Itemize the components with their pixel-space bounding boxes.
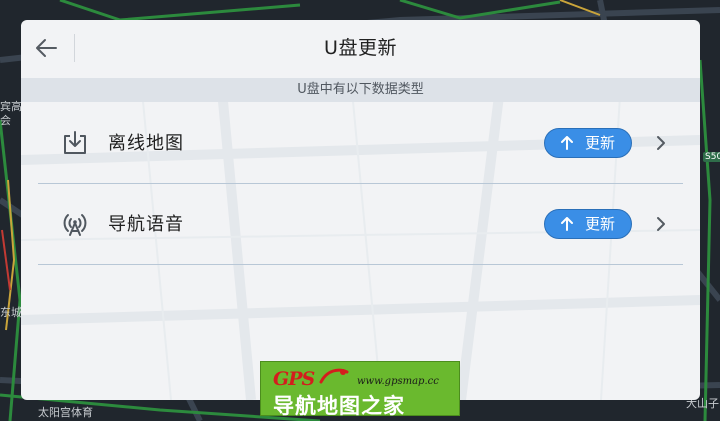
usb-update-dialog: U盘更新 U盘中有以下数据类型 离线地图 更新 导航语音 更新 [21,20,700,400]
swoosh-icon [319,368,349,384]
chevron-right-icon[interactable] [654,215,668,233]
subheader-bar: U盘中有以下数据类型 [21,78,700,102]
list-item-navigation-voice[interactable]: 导航语音 更新 [38,185,683,265]
page-title: U盘更新 [324,37,397,59]
update-button-navigation-voice[interactable]: 更新 [544,209,632,239]
watermark-logo: GPS www.gpsmap.cc 导航地图之家 [260,361,460,418]
list-item-label: 导航语音 [108,214,184,235]
update-button-label: 更新 [585,215,616,233]
chevron-right-icon[interactable] [654,134,668,152]
arrow-up-icon [561,217,573,231]
watermark-url: www.gpsmap.cc [357,376,439,387]
map-label: 太阳宫体育 [38,406,93,419]
arrow-up-icon [561,136,573,150]
row-divider [38,183,683,184]
map-label: 东城 [0,306,22,319]
update-button-label: 更新 [585,134,616,152]
list-item-offline-map[interactable]: 离线地图 更新 [38,104,683,184]
row-divider [38,264,683,265]
watermark-tagline: 导航地图之家 [273,394,405,418]
dialog-header: U盘更新 [21,20,700,76]
map-label: 会 [0,114,11,127]
road-shield-badge: S50 [703,152,720,162]
broadcast-antenna-icon [63,214,87,236]
watermark-brand: GPS [273,368,315,390]
update-button-offline-map[interactable]: 更新 [544,128,632,158]
download-tray-icon [64,131,86,154]
list-item-label: 离线地图 [108,133,184,154]
